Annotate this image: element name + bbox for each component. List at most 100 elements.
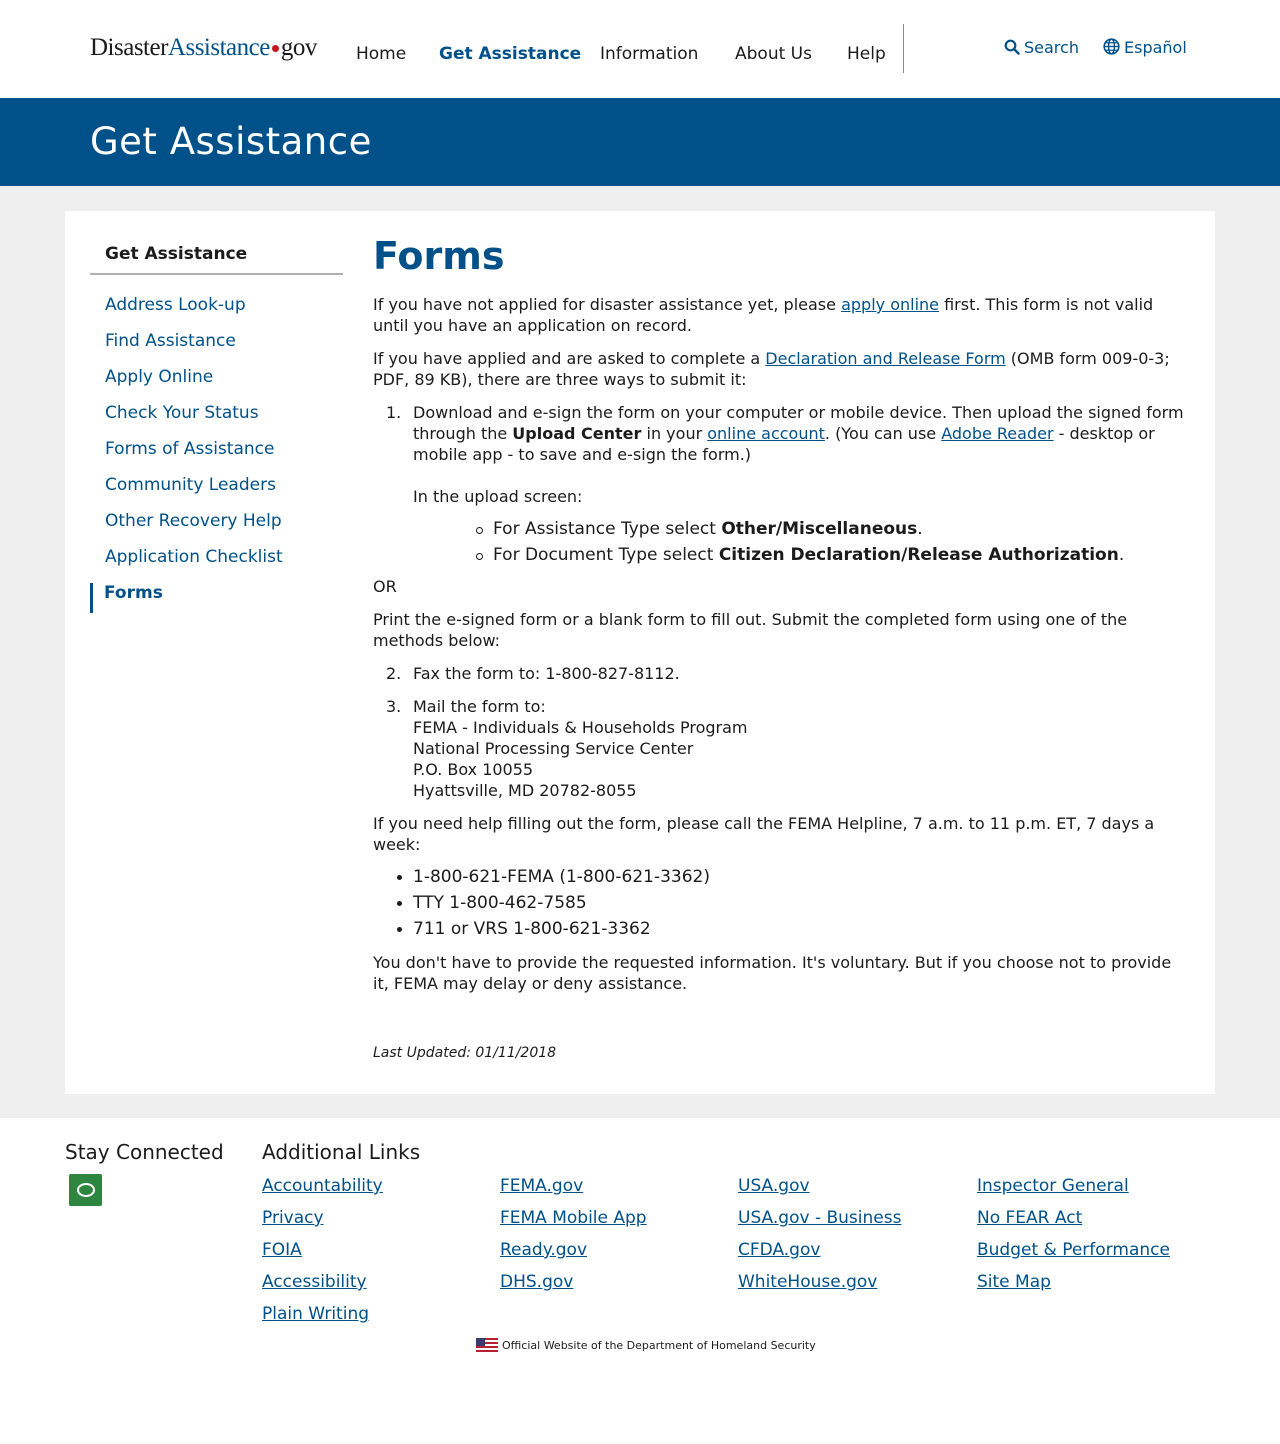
declaration-paragraph: If you have applied and are asked to com… (373, 348, 1188, 390)
step-1-part-b: in your (641, 424, 708, 443)
main-content: Forms If you have not applied for disast… (373, 233, 1188, 1076)
footer-link-usa-gov-business[interactable]: USA.gov - Business (738, 1208, 901, 1240)
fax-text: Fax the form to: 1-800-827-8112. (413, 664, 680, 683)
side-nav-apply-online[interactable]: Apply Online (90, 367, 343, 403)
apply-online-link[interactable]: apply online (841, 295, 939, 314)
list-item: TTY 1-800-462-7585 (373, 893, 1188, 919)
online-account-link[interactable]: online account (707, 424, 825, 443)
document-type-text: For Document Type select (493, 545, 719, 565)
nav-home[interactable]: Home (356, 44, 439, 64)
footer-links-col-2: FEMA.gov FEMA Mobile App Ready.gov DHS.g… (500, 1176, 647, 1304)
nav-divider (903, 24, 904, 73)
list-item: For Document Type select Citizen Declara… (453, 545, 1188, 571)
declaration-form-link[interactable]: Declaration and Release Form (765, 349, 1005, 368)
site-header: DisasterAssistance gov Home Get Assistanc… (0, 0, 1280, 98)
mail-line: National Processing Service Center (413, 739, 694, 758)
mail-line: Mail the form to: (413, 697, 546, 716)
footer-link-fema-gov[interactable]: FEMA.gov (500, 1176, 647, 1208)
side-nav-forms-of-assistance[interactable]: Forms of Assistance (90, 439, 343, 475)
side-nav-find-assistance[interactable]: Find Assistance (90, 331, 343, 367)
nav-information[interactable]: Information (600, 44, 735, 64)
footer-link-budget-performance[interactable]: Budget & Performance (977, 1240, 1170, 1272)
official-text: Official Website of the Department of Ho… (502, 1339, 816, 1352)
footer-link-foia[interactable]: FOIA (262, 1240, 383, 1272)
step-1-part-c: . (You can use (824, 424, 942, 443)
step-number: 3. (386, 697, 402, 716)
side-nav: Get Assistance Address Look-up Find Assi… (90, 244, 343, 613)
step-2: 2. Fax the form to: 1-800-827-8112. (373, 663, 1188, 684)
footer-link-site-map[interactable]: Site Map (977, 1272, 1170, 1304)
page-banner: Get Assistance (0, 98, 1280, 186)
side-nav-forms[interactable]: Forms (90, 583, 343, 613)
list-item: 711 or VRS 1-800-621-3362 (373, 919, 1188, 945)
footer-link-no-fear-act[interactable]: No FEAR Act (977, 1208, 1170, 1240)
side-nav-other-recovery-help[interactable]: Other Recovery Help (90, 511, 343, 547)
last-updated: Last Updated: 01/11/2018 (373, 1045, 557, 1061)
search-icon (1004, 39, 1020, 55)
upload-center-label: Upload Center (512, 424, 642, 443)
chat-icon[interactable] (69, 1174, 102, 1206)
nav-about-us[interactable]: About Us (735, 44, 847, 64)
intro-paragraph: If you have not applied for disaster ass… (373, 294, 1188, 336)
side-nav-community-leaders[interactable]: Community Leaders (90, 475, 343, 511)
assistance-type-value: Other/Miscellaneous (721, 519, 918, 539)
mail-line: FEMA - Individuals & Households Program (413, 718, 748, 737)
footer-link-privacy[interactable]: Privacy (262, 1208, 383, 1240)
footer-links-col-1: Accountability Privacy FOIA Accessibilit… (262, 1176, 383, 1336)
nav-get-assistance[interactable]: Get Assistance (439, 44, 600, 64)
step-number: 2. (386, 664, 402, 683)
list-item: 1-800-621-FEMA (1-800-621-3362) (373, 867, 1188, 893)
adobe-reader-link[interactable]: Adobe Reader (941, 424, 1053, 443)
logo-part-disaster: Disaster (90, 34, 168, 61)
additional-links-heading: Additional Links (262, 1140, 421, 1164)
period: . (1118, 545, 1125, 565)
footer-link-usa-gov[interactable]: USA.gov (738, 1176, 901, 1208)
side-nav-check-status[interactable]: Check Your Status (90, 403, 343, 439)
document-type-value: Citizen Declaration/Release Authorizatio… (718, 545, 1119, 565)
upload-instructions: For Assistance Type select Other/Miscell… (453, 519, 1188, 571)
list-item: For Assistance Type select Other/Miscell… (453, 519, 1188, 545)
footer-link-ready-gov[interactable]: Ready.gov (500, 1240, 647, 1272)
footer-link-fema-mobile-app[interactable]: FEMA Mobile App (500, 1208, 647, 1240)
print-paragraph: Print the e-signed form or a blank form … (373, 610, 1128, 650)
globe-icon (1103, 38, 1120, 55)
footer-link-accessibility[interactable]: Accessibility (262, 1272, 383, 1304)
footer-link-dhs-gov[interactable]: DHS.gov (500, 1272, 647, 1304)
footer-link-cfda-gov[interactable]: CFDA.gov (738, 1240, 901, 1272)
language-label: Español (1124, 38, 1187, 57)
side-nav-address-lookup[interactable]: Address Look-up (90, 295, 343, 331)
footer-link-accountability[interactable]: Accountability (262, 1176, 383, 1208)
steps-list: 1. Download and e-sign the form on your … (373, 402, 1188, 571)
step-number: 1. (386, 403, 402, 422)
or-separator: OR (373, 577, 397, 596)
phone-list: 1-800-621-FEMA (1-800-621-3362) TTY 1-80… (373, 867, 1188, 945)
language-link[interactable]: Español (1103, 38, 1187, 57)
site-logo[interactable]: DisasterAssistance gov (90, 34, 317, 62)
site-footer: Stay Connected Additional Links Accounta… (0, 1118, 1280, 1444)
footer-link-inspector-general[interactable]: Inspector General (977, 1176, 1170, 1208)
declaration-text: If you have applied and are asked to com… (373, 349, 766, 368)
side-nav-application-checklist[interactable]: Application Checklist (90, 547, 343, 583)
search-link[interactable]: Search (1004, 38, 1079, 57)
step-3: 3. Mail the form to: FEMA - Individuals … (373, 696, 1188, 801)
logo-dot (271, 44, 279, 52)
banner-title: Get Assistance (90, 120, 372, 163)
step-1-text: Download and e-sign the form on your com… (413, 402, 1188, 465)
main-nav: Home Get Assistance Information About Us… (356, 44, 886, 64)
intro-text: If you have not applied for disaster ass… (373, 295, 842, 314)
voluntary-paragraph: You don't have to provide the requested … (373, 953, 1172, 993)
logo-part-gov: gov (280, 34, 318, 61)
steps-list-continued: 2. Fax the form to: 1-800-827-8112. 3. M… (373, 663, 1188, 801)
mail-line: P.O. Box 10055 (413, 760, 534, 779)
upload-screen-intro: In the upload screen: (413, 487, 583, 506)
footer-link-plain-writing[interactable]: Plain Writing (262, 1304, 383, 1336)
step-1: 1. Download and e-sign the form on your … (373, 402, 1188, 571)
stay-connected-heading: Stay Connected (65, 1140, 224, 1164)
period: . (917, 519, 923, 539)
footer-link-whitehouse-gov[interactable]: WhiteHouse.gov (738, 1272, 901, 1304)
nav-help[interactable]: Help (847, 44, 886, 64)
footer-links-col-3: USA.gov USA.gov - Business CFDA.gov Whit… (738, 1176, 901, 1304)
logo-part-assistance: Assistance (167, 34, 270, 61)
assistance-type-text: For Assistance Type select (493, 519, 722, 539)
search-label: Search (1024, 38, 1079, 57)
